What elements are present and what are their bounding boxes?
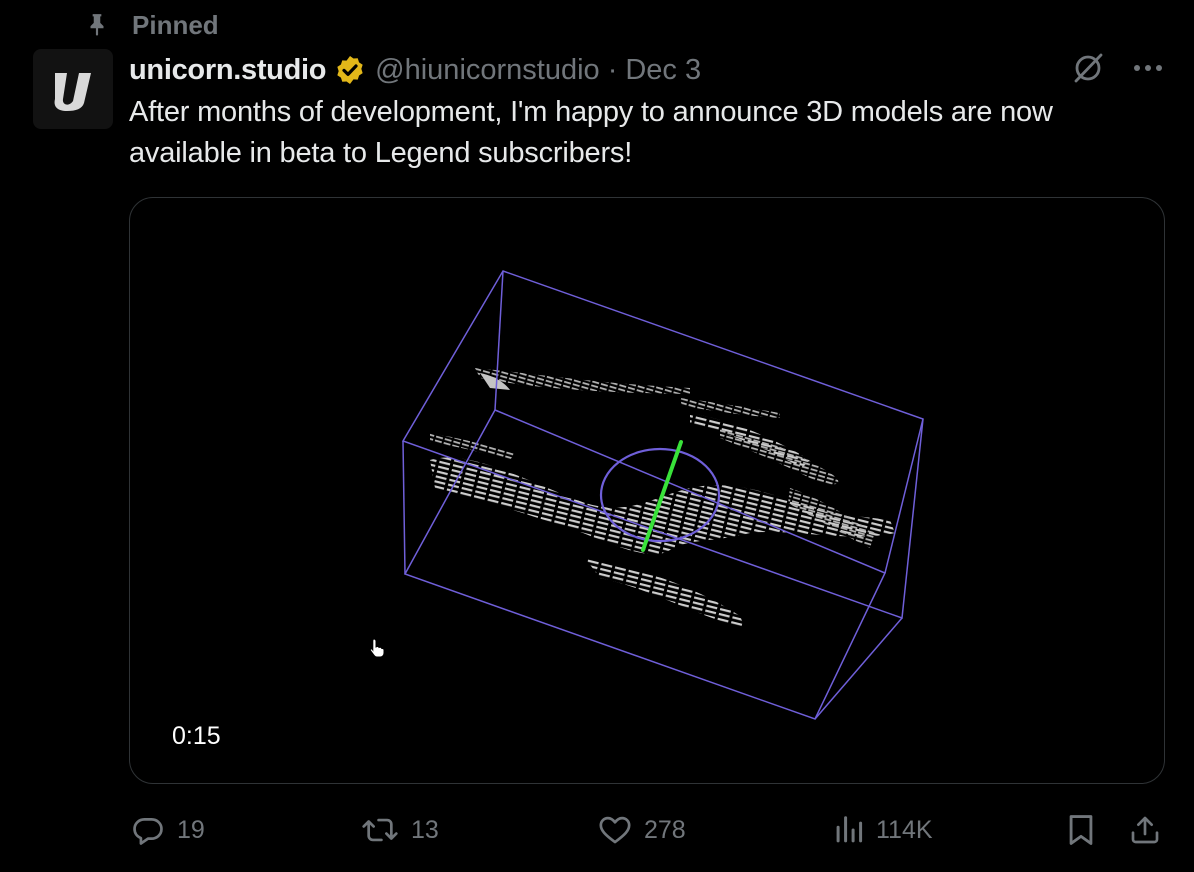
views-icon [834,813,864,847]
tweet-text-line: available in beta to Legend subscribers! [129,137,633,169]
pinned-label: Pinned [132,9,219,40]
action-bar: 19 13 278 114K [129,808,1169,852]
like-count: 278 [644,815,686,844]
unicorn-studio-logo [54,73,91,111]
view-count: 114K [876,815,933,844]
tweet-header: unicorn.studio @hiunicornstudio · Dec 3 [129,50,701,90]
share-button[interactable] [1129,808,1161,852]
views-button[interactable]: 114K [834,808,933,852]
hand-cursor-icon [369,638,385,663]
share-icon [1129,813,1161,847]
heart-icon [598,813,632,847]
video-timestamp: 0:15 [172,722,221,750]
separator-dot: · [607,53,618,86]
like-button[interactable]: 278 [598,808,686,852]
video-frame [401,270,924,720]
top-actions [1070,50,1164,86]
pinned-indicator: Pinned [84,8,219,42]
bookmark-icon [1066,813,1096,847]
grok-icon[interactable] [1070,50,1106,86]
reply-icon [131,813,165,847]
repost-button[interactable]: 13 [361,808,439,852]
reply-button[interactable]: 19 [131,808,205,852]
more-icon[interactable] [1132,63,1164,73]
video-player[interactable]: 0:15 [129,197,1165,784]
bookmark-button[interactable] [1066,808,1096,852]
repost-icon [361,813,399,847]
pin-icon [84,12,110,38]
repost-count: 13 [411,815,439,844]
verified-badge-icon[interactable] [334,54,366,86]
avatar[interactable] [33,49,113,129]
author-handle[interactable]: @hiunicornstudio [375,54,600,87]
tweet-date[interactable]: Dec 3 [625,54,701,87]
tweet[interactable]: Pinned unicorn.studio @hiunicornstudio ·… [0,0,1194,872]
reply-count: 19 [177,815,205,844]
tweet-text-line: After months of development, I'm happy t… [129,96,1053,128]
display-name[interactable]: unicorn.studio [129,54,326,87]
tweet-text: After months of development, I'm happy t… [129,92,1169,174]
